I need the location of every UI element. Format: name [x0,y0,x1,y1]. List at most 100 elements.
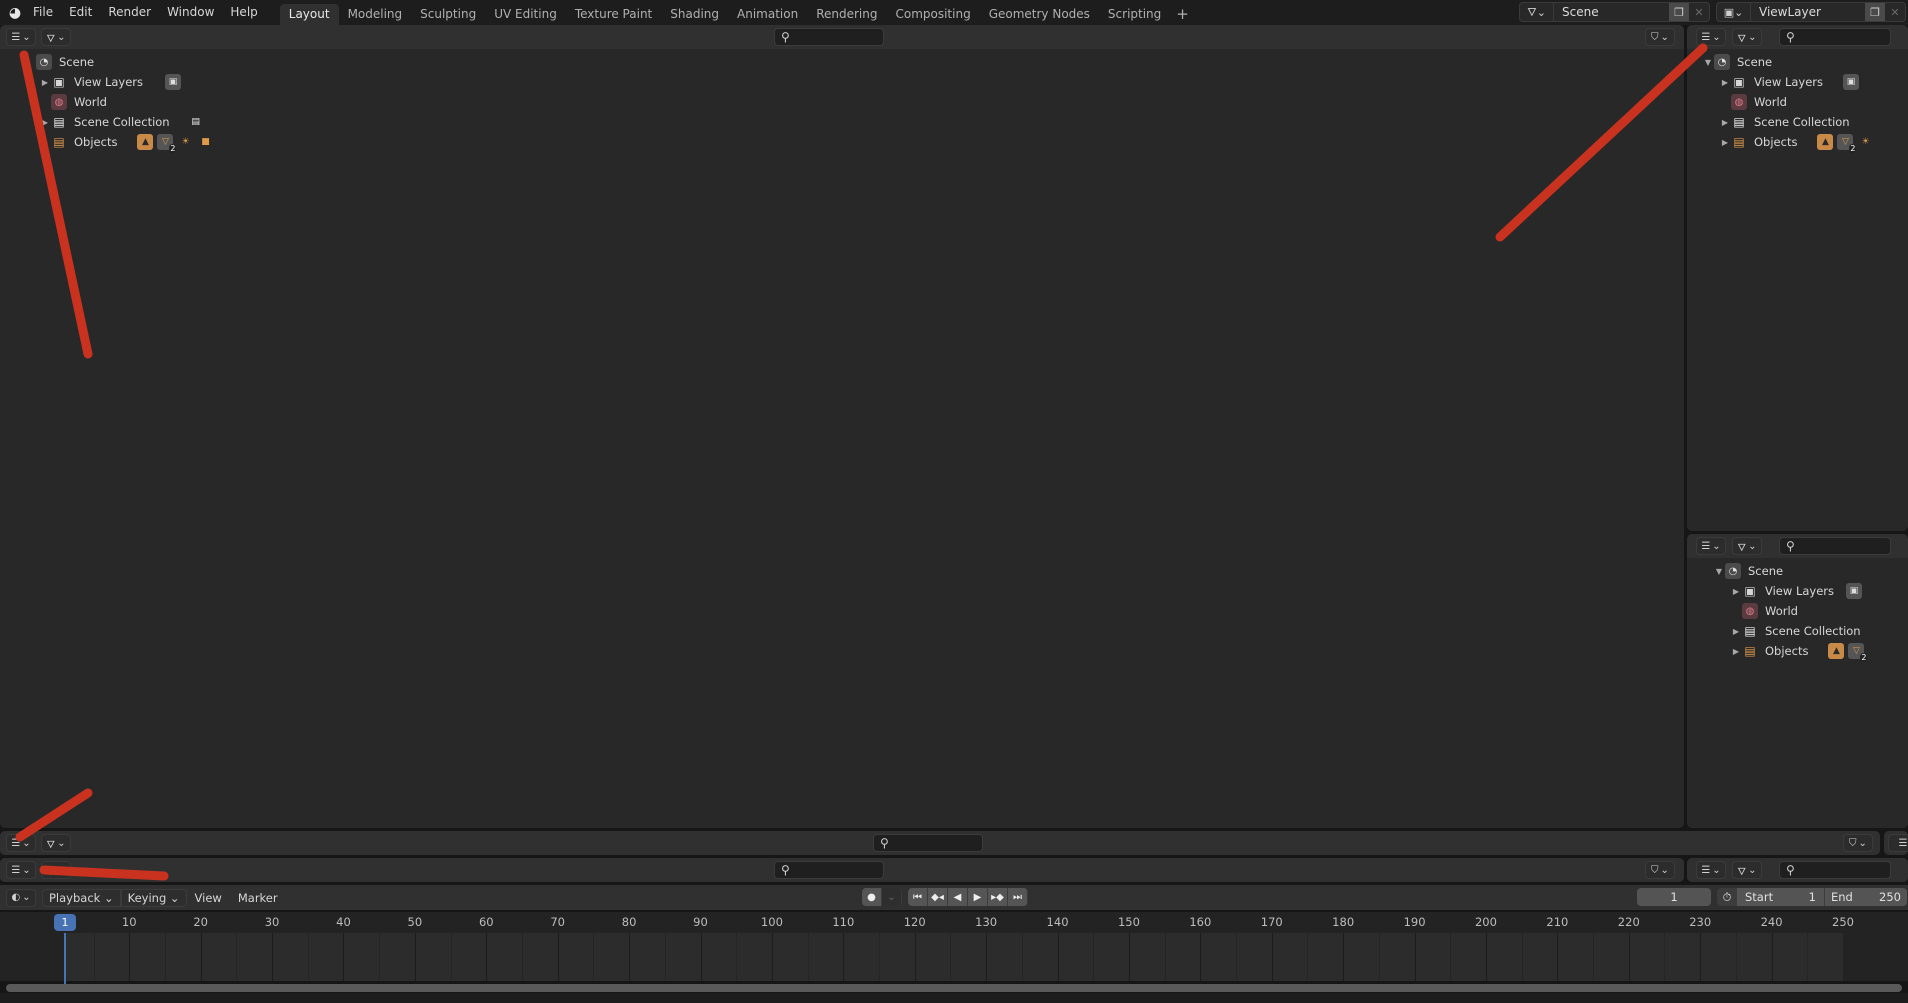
expand-arrow-icon[interactable]: ▶ [39,78,51,87]
use-preview-range-toggle[interactable]: ⏱ [1717,888,1737,906]
tab-shading[interactable]: Shading [661,4,728,25]
display-mode-button[interactable]: 🜄 ⌄ [41,28,71,46]
tree-item-objects[interactable]: ▶ ▤ Objects ▲ ▽ 2 [1730,641,1868,662]
outliner-search-input[interactable]: ⚲ [774,861,884,879]
mesh-icon[interactable]: ▽ 2 [1848,643,1868,662]
expand-arrow-icon[interactable]: ▶ [1730,587,1742,596]
tree-item-scene-collection[interactable]: ▶ ▤ Scene Collection ▤ [39,112,204,132]
tree-item-scene-collection[interactable]: ▶ ▤ Scene Collection [1719,112,1850,132]
view-menu[interactable]: View [187,891,230,905]
display-mode-button[interactable]: 🜄 ⌄ [1732,861,1762,879]
tree-item-scene[interactable]: ◔ Scene [36,52,94,72]
tab-animation[interactable]: Animation [728,4,807,25]
viewlayer-name-field[interactable]: ViewLayer [1751,5,1865,19]
display-mode-button[interactable]: 🜄 ⌄ [1732,28,1762,46]
collapse-arrow-icon[interactable]: ▼ [1702,58,1714,67]
display-mode-button[interactable]: 🜄 ⌄ [1732,537,1762,555]
image-icon[interactable]: ▲ [1828,643,1845,659]
image-icon[interactable]: ▲ [1817,134,1834,150]
play-button[interactable]: ▶ [968,888,988,906]
tab-geometry-nodes[interactable]: Geometry Nodes [980,4,1099,25]
editor-type-button[interactable]: ☰ ⌄ [6,28,36,46]
current-frame-field[interactable]: 1 [1637,888,1711,906]
tab-compositing[interactable]: Compositing [886,4,979,25]
tree-item-world[interactable]: ◍ World [1742,601,1798,621]
editor-type-button[interactable]: ☰ ⌄ [6,861,36,879]
menu-edit[interactable]: Edit [61,0,100,25]
playback-menu[interactable]: Playback ⌄ [42,888,121,907]
outliner-search-input[interactable]: ⚲ [1779,861,1891,879]
start-frame-field[interactable]: Start 1 [1737,888,1825,906]
filter-button[interactable]: ⛉ ⌄ [1843,834,1873,852]
timeline-editor-type-button[interactable]: ◐ ⌄ [6,888,36,907]
expand-arrow-icon[interactable]: ▶ [39,138,51,147]
view-layer-child-icon[interactable]: ▣ [1846,583,1862,599]
next-keyframe-button[interactable]: ▸◆ [988,888,1008,906]
end-frame-field[interactable]: End 250 [1825,888,1907,906]
tree-item-objects[interactable]: ▶ ▤ Objects ▲ ▽ 2 ☀ ■ [39,132,213,153]
expand-arrow-icon[interactable]: ▶ [39,118,51,127]
delete-viewlayer-button[interactable]: ✕ [1885,3,1905,21]
expand-arrow-icon[interactable]: ▶ [1719,138,1731,147]
play-reverse-button[interactable]: ◀ [948,888,968,906]
menu-window[interactable]: Window [159,0,222,25]
tree-item-scene[interactable]: ▼ ◔ Scene [1702,52,1772,72]
delete-scene-button[interactable]: ✕ [1689,3,1709,21]
jump-start-button[interactable]: ⏮ [908,888,928,906]
view-layer-child-icon[interactable]: ▣ [1843,74,1859,90]
filter-button[interactable]: ⛉ ⌄ [1645,28,1675,46]
keying-menu[interactable]: Keying ⌄ [120,888,187,907]
timeline-scrollbar[interactable] [6,984,1902,992]
playhead-frame-label[interactable]: 1 [54,914,76,931]
editor-type-button[interactable]: ☰ [1888,834,1908,852]
tree-item-world[interactable]: ◍ World [1731,92,1787,112]
expand-arrow-icon[interactable]: ▶ [1719,78,1731,87]
mesh-icon[interactable]: ▽ 2 [1837,134,1857,153]
camera-icon[interactable]: ■ [197,134,213,150]
outliner-search-input[interactable]: ⚲ [873,834,983,852]
outliner-search-input[interactable]: ⚲ [774,28,884,46]
tab-layout[interactable]: Layout [279,4,339,25]
tab-modeling[interactable]: Modeling [339,4,412,25]
tree-item-world[interactable]: ◍ World [51,92,107,112]
tree-item-view-layers[interactable]: ▶ ▣ View Layers ▣ [1730,581,1862,601]
menu-help[interactable]: Help [222,0,265,25]
display-mode-button[interactable]: 🜄 ⌄ [41,861,71,879]
tab-uv-editing[interactable]: UV Editing [485,4,566,25]
scene-name-field[interactable]: Scene [1554,5,1669,19]
view-layer-child-icon[interactable]: ▣ [165,74,181,90]
auto-keying-options[interactable]: ⌄ [882,888,902,906]
tab-rendering[interactable]: Rendering [807,4,886,25]
outliner-search-input[interactable]: ⚲ [1779,537,1891,555]
editor-type-button[interactable]: ☰ ⌄ [1696,537,1726,555]
tab-scripting[interactable]: Scripting [1099,4,1170,25]
editor-type-button[interactable]: ☰ ⌄ [6,834,36,852]
tree-item-objects[interactable]: ▶ ▤ Objects ▲ ▽ 2 ☀ [1719,132,1873,153]
blender-logo-icon[interactable]: ◕ [5,3,25,23]
new-scene-button[interactable]: ❐ [1669,3,1689,21]
scene-browse-button[interactable]: 🜄 ⌄ [1520,3,1554,21]
light-icon[interactable]: ☀ [1857,134,1873,150]
editor-type-button[interactable]: ☰ ⌄ [1696,28,1726,46]
timeline-tracks[interactable] [0,933,1908,981]
prev-keyframe-button[interactable]: ◆◂ [928,888,948,906]
new-viewlayer-button[interactable]: ❐ [1865,3,1885,21]
collection-child-icon[interactable]: ▤ [188,114,204,130]
playhead-line[interactable] [64,933,66,990]
image-icon[interactable]: ▲ [137,134,154,150]
light-icon[interactable]: ☀ [177,134,193,150]
mesh-icon[interactable]: ▽ 2 [157,134,177,153]
display-mode-button[interactable]: 🜄 ⌄ [41,834,71,852]
filter-button[interactable]: ⛉ ⌄ [1645,861,1675,879]
marker-menu[interactable]: Marker [230,891,286,905]
add-workspace-button[interactable]: + [1170,4,1195,25]
tree-item-view-layers[interactable]: ▶ ▣ View Layers ▣ [1719,72,1859,92]
collapse-arrow-icon[interactable]: ▼ [1713,567,1725,576]
expand-arrow-icon[interactable]: ▶ [1730,627,1742,636]
expand-arrow-icon[interactable]: ▶ [1719,118,1731,127]
outliner-search-input[interactable]: ⚲ [1779,28,1891,46]
jump-end-button[interactable]: ⏭ [1008,888,1028,906]
timeline-ruler[interactable]: 10 20 30 40 50 60 70 80 90 100 110 120 130 140 150 160 1… [0,912,1908,933]
menu-file[interactable]: File [25,0,61,25]
menu-render[interactable]: Render [100,0,159,25]
